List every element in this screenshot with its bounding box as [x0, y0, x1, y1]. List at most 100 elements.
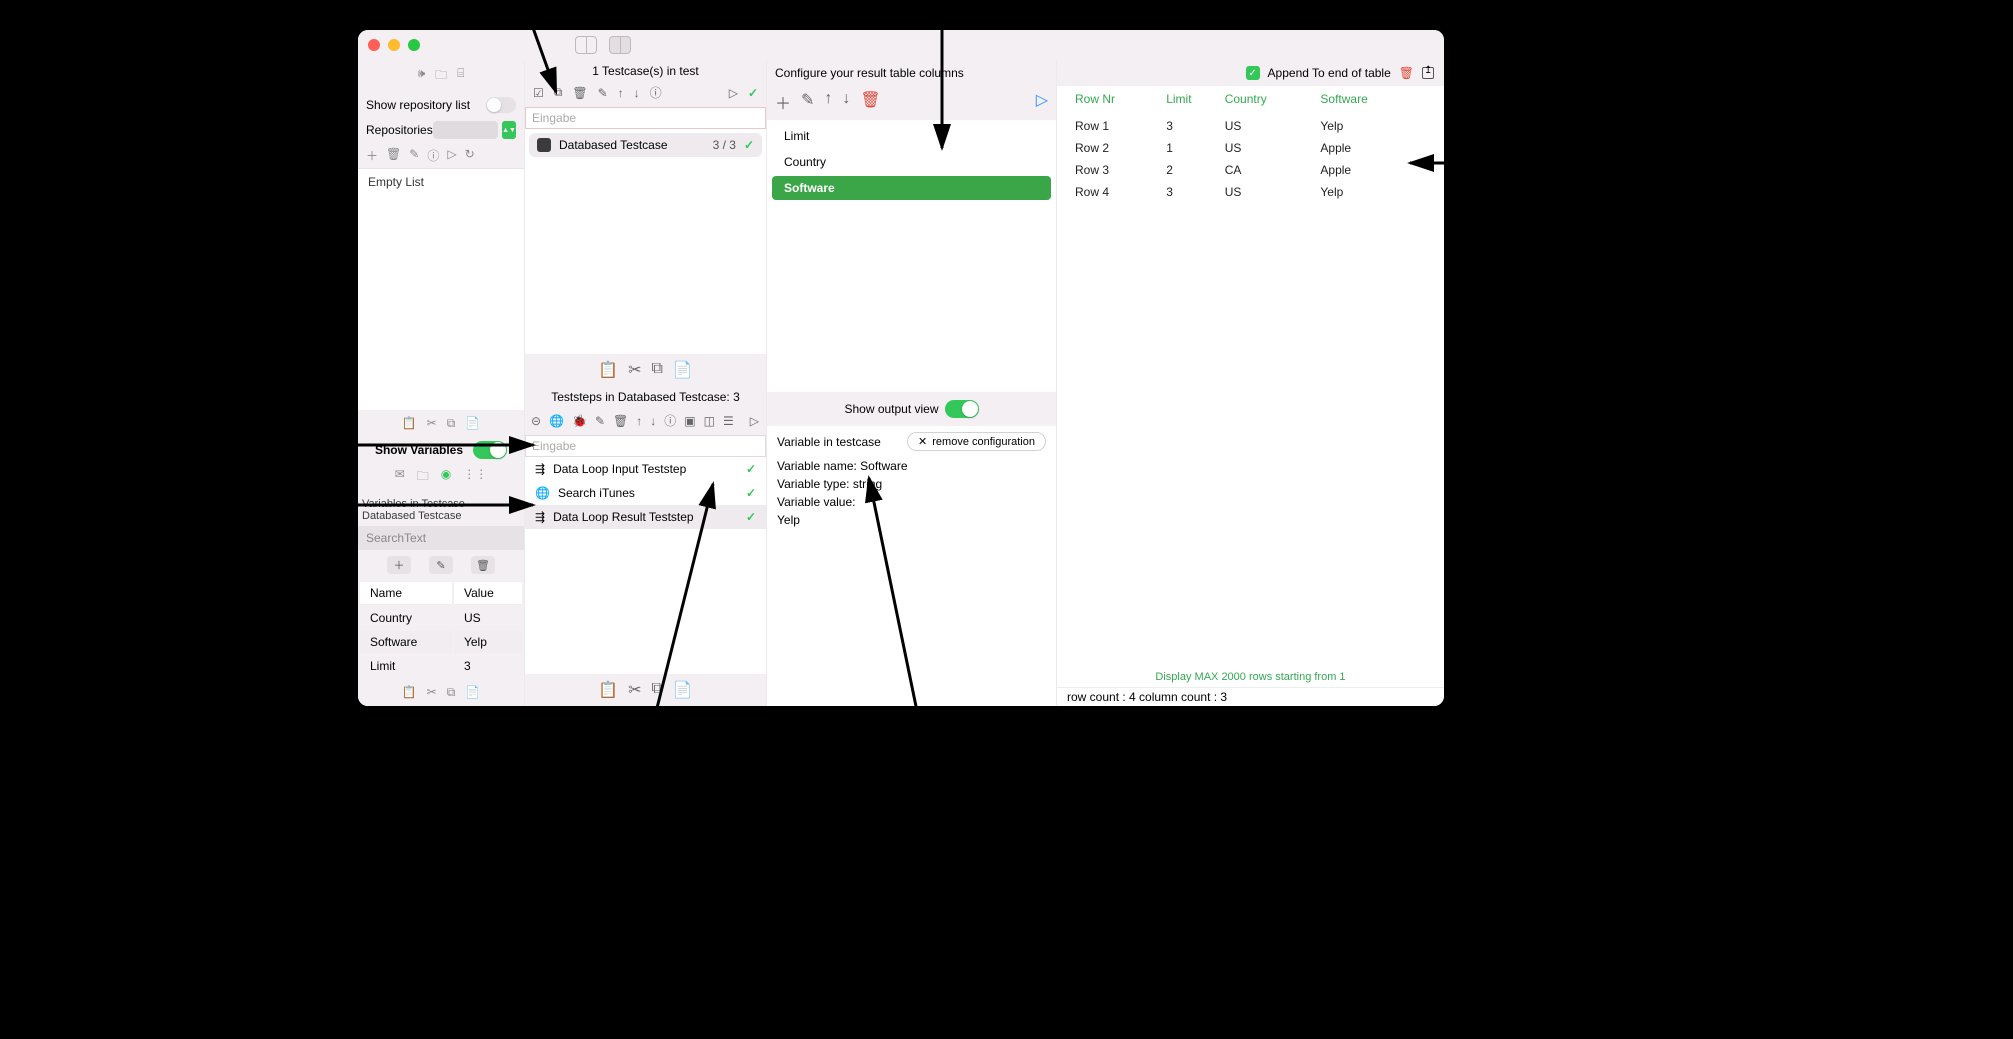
- edit3-icon[interactable]: ✎: [595, 414, 605, 428]
- refresh-icon[interactable]: ↻: [465, 147, 475, 164]
- mail-icon[interactable]: ✉: [395, 467, 405, 488]
- bug-icon[interactable]: 🐞: [572, 414, 587, 428]
- loop-icon: ⇶: [535, 510, 545, 524]
- table-row[interactable]: Country US: [360, 607, 522, 629]
- config-item[interactable]: Limit: [772, 124, 1051, 148]
- paste-icon[interactable]: 📄: [673, 360, 693, 380]
- config-title: Configure your result table columns: [775, 66, 964, 80]
- delete-variable-button[interactable]: 🗑: [471, 556, 495, 574]
- repositories-select[interactable]: [433, 121, 498, 139]
- zoom-window-button[interactable]: [408, 39, 420, 51]
- col-header[interactable]: Country: [1225, 88, 1319, 114]
- edit-variable-button[interactable]: ✎: [429, 556, 453, 574]
- info-icon[interactable]: ⓘ: [427, 147, 439, 164]
- table-row[interactable]: Row 4 3 US Yelp: [1075, 182, 1426, 202]
- add-col-icon[interactable]: ＋: [775, 90, 791, 114]
- trash-icon[interactable]: 🗑: [386, 147, 401, 164]
- clipboard-icon[interactable]: 📋: [598, 680, 618, 700]
- globe-icon[interactable]: 🌐: [549, 414, 564, 428]
- repositories-stepper[interactable]: ▲▼: [502, 121, 516, 139]
- edit-col-icon[interactable]: ✎: [801, 90, 814, 114]
- sidebar: 🕪 🗀 ⌸ Show repository list Repositories …: [358, 60, 524, 706]
- run-teststeps-button[interactable]: ▷: [750, 414, 759, 428]
- check-circle-icon[interactable]: ◉: [441, 467, 451, 488]
- list-icon[interactable]: ⋮⋮: [463, 467, 487, 488]
- export-icon[interactable]: [1422, 67, 1434, 79]
- panel-toggle-icon[interactable]: [609, 36, 631, 54]
- var-value-label: Variable value:: [777, 493, 1046, 511]
- config-item[interactable]: Country: [772, 150, 1051, 174]
- clipboard-icon[interactable]: 📋: [402, 685, 417, 700]
- close-window-button[interactable]: [368, 39, 380, 51]
- teststep-search-input[interactable]: Eingabe: [525, 435, 766, 457]
- up2-icon[interactable]: ↑: [636, 414, 642, 428]
- copy-icon[interactable]: ⧉: [651, 680, 662, 700]
- play-icon[interactable]: ▷: [447, 147, 456, 164]
- minimize-window-button[interactable]: [388, 39, 400, 51]
- variables-search-input[interactable]: SearchText: [358, 526, 524, 550]
- cut-icon[interactable]: ✂: [427, 416, 437, 431]
- remove-configuration-button[interactable]: ✕ remove configuration: [907, 432, 1046, 451]
- trash2-icon[interactable]: 🗑: [613, 414, 628, 428]
- testcase-row[interactable]: Databased Testcase 3 / 3 ✓: [529, 133, 762, 157]
- up-icon[interactable]: ↑: [618, 86, 624, 100]
- add-variable-button[interactable]: ＋: [387, 556, 411, 574]
- down2-icon[interactable]: ↓: [650, 414, 656, 428]
- copy-icon[interactable]: ⧉: [447, 416, 456, 431]
- disk-icon[interactable]: ⌸: [457, 66, 464, 87]
- table-row[interactable]: Software Yelp: [360, 631, 522, 653]
- paste-icon[interactable]: 📄: [673, 680, 693, 700]
- teststep-row[interactable]: ⇶ Data Loop Result Teststep ✓: [525, 505, 766, 529]
- teststep-row[interactable]: ⇶ Data Loop Input Teststep ✓: [525, 457, 766, 481]
- show-variables-toggle[interactable]: [473, 441, 507, 459]
- list-item[interactable]: Empty List: [358, 169, 524, 195]
- up3-icon[interactable]: ↑: [824, 90, 832, 114]
- delete-icon[interactable]: 🗑: [572, 86, 587, 100]
- paste-icon[interactable]: 📄: [465, 416, 480, 431]
- run-config-button[interactable]: ▷: [1036, 90, 1048, 114]
- cut-icon[interactable]: ✂: [427, 685, 437, 700]
- show-output-toggle[interactable]: [945, 400, 979, 418]
- info3-icon[interactable]: ⓘ: [664, 412, 676, 429]
- folder2-icon[interactable]: 🗀: [417, 467, 429, 488]
- edit-icon[interactable]: ✎: [409, 147, 419, 164]
- clear-results-icon[interactable]: 🗑: [1399, 66, 1414, 80]
- copy-icon[interactable]: ⧉: [447, 685, 456, 700]
- table-row[interactable]: Limit 3: [360, 655, 522, 677]
- down3-icon[interactable]: ↓: [842, 90, 850, 114]
- teststep-row[interactable]: 🌐 Search iTunes ✓: [525, 481, 766, 505]
- cut-icon[interactable]: ✂: [628, 360, 641, 380]
- delete-col-icon[interactable]: 🗑: [860, 90, 880, 114]
- paste-icon[interactable]: 📄: [465, 685, 480, 700]
- sidebar-toggle-icon[interactable]: [575, 36, 597, 54]
- config-item[interactable]: Software: [772, 176, 1051, 200]
- col-header[interactable]: Limit: [1166, 88, 1223, 114]
- append-checkbox[interactable]: ✓: [1246, 66, 1260, 80]
- table-row[interactable]: Row 2 1 US Apple: [1075, 138, 1426, 158]
- clipboard-icon[interactable]: 📋: [402, 416, 417, 431]
- show-repo-toggle[interactable]: [486, 97, 516, 113]
- run-testcases-button[interactable]: ▷: [729, 86, 738, 100]
- check-all-icon[interactable]: ☑: [533, 86, 544, 100]
- table-row[interactable]: Row 1 3 US Yelp: [1075, 116, 1426, 136]
- speaker-icon[interactable]: 🕪: [418, 66, 426, 87]
- testcase-search-input[interactable]: Eingabe: [525, 107, 766, 129]
- cut-icon[interactable]: ✂: [628, 680, 641, 700]
- col-header[interactable]: Row Nr: [1075, 88, 1164, 114]
- square2-icon[interactable]: ◫: [704, 414, 715, 428]
- copy2-icon[interactable]: ⧉: [554, 85, 563, 100]
- col-header[interactable]: Software: [1320, 88, 1426, 114]
- testcase-icon: [537, 138, 551, 152]
- list2-icon[interactable]: ☰: [723, 414, 734, 428]
- info2-icon[interactable]: ⓘ: [650, 84, 662, 101]
- square-icon[interactable]: ▣: [684, 414, 695, 428]
- folder-icon[interactable]: 🗀: [435, 66, 447, 87]
- copy-icon[interactable]: ⧉: [651, 360, 662, 380]
- add-icon[interactable]: ＋: [366, 147, 378, 164]
- table-row[interactable]: Row 3 2 CA Apple: [1075, 160, 1426, 180]
- down-icon[interactable]: ↓: [634, 86, 640, 100]
- edit2-icon[interactable]: ✎: [598, 86, 608, 100]
- clipboard-icon[interactable]: 📋: [598, 360, 618, 380]
- results-footer: Display MAX 2000 rows starting from 1: [1057, 667, 1444, 687]
- step-back-icon[interactable]: ⊝: [531, 414, 541, 428]
